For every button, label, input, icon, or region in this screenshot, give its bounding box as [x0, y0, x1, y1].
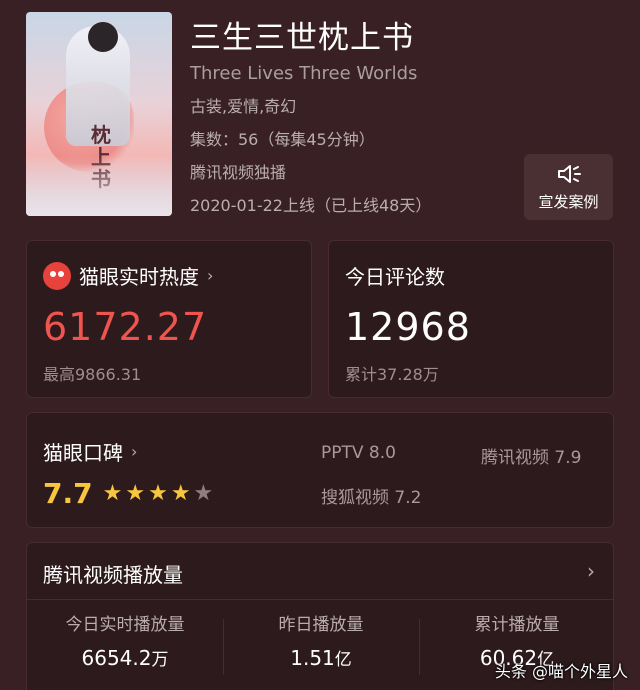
show-english-title: Three Lives Three Worlds: [190, 63, 418, 84]
heat-card-title: 猫眼实时热度: [79, 265, 199, 289]
stat-label: 今日实时播放量: [65, 615, 185, 635]
heat-value: 6172.27: [43, 305, 208, 349]
comments-card-title: 今日评论数: [345, 265, 445, 289]
stat-label: 累计播放量: [474, 615, 560, 635]
platform-rating-sohu: 搜狐视频 7.2: [321, 488, 422, 508]
divider: [27, 599, 613, 600]
show-platform: 腾讯视频独播: [190, 163, 287, 182]
promo-cases-button[interactable]: 宣发案例: [524, 154, 613, 220]
star-filled-icon: ★: [125, 480, 146, 506]
speaker-icon: [557, 164, 581, 183]
star-empty-icon: ★: [193, 480, 214, 506]
rating-card-title: 猫眼口碑: [43, 441, 123, 465]
poster-figure-head: [88, 22, 118, 52]
heat-peak: 最高9866.31: [43, 365, 142, 384]
stat-label: 昨日播放量: [278, 615, 364, 635]
stat-today-plays: 今日实时播放量 6654.2万: [27, 613, 223, 670]
poster-clouds: [26, 156, 172, 216]
stat-value: 1.51亿: [290, 646, 352, 670]
show-info: 三生三世枕上书 Three Lives Three Worlds 古装,爱情,奇…: [190, 18, 431, 217]
comments-card-header: 今日评论数: [345, 261, 445, 290]
chevron-right-icon: ›: [131, 442, 138, 461]
stat-value: 6654.2万: [81, 646, 169, 670]
stat-yesterday-plays: 昨日播放量 1.51亿: [223, 613, 419, 670]
show-episodes: 集数：56（每集45分钟）: [190, 130, 375, 149]
maoyan-cat-logo-icon: [43, 261, 71, 290]
promo-cases-label: 宣发案例: [538, 192, 599, 211]
show-poster[interactable]: 枕上书: [26, 12, 172, 216]
plays-card-title: 腾讯视频播放量: [43, 563, 183, 587]
chevron-right-icon: ›: [207, 266, 214, 285]
comments-total: 累计37.28万: [345, 365, 439, 384]
comments-value: 12968: [345, 305, 471, 349]
heat-card-header[interactable]: 猫眼实时热度 ›: [43, 261, 213, 290]
star-filled-icon: ★: [102, 480, 123, 506]
heat-card[interactable]: 猫眼实时热度 › 6172.27 最高9866.31: [26, 240, 312, 398]
chevron-right-icon[interactable]: ›: [587, 559, 595, 583]
star-rating: ★ ★ ★ ★ ★: [102, 480, 217, 506]
rating-score-row: 7.7 ★ ★ ★ ★ ★: [43, 477, 216, 510]
comments-card: 今日评论数 12968 累计37.28万: [328, 240, 614, 398]
rating-card[interactable]: 猫眼口碑 › 7.7 ★ ★ ★ ★ ★ PPTV 8.0 腾讯视频 7.9 搜狐视频 …: [26, 412, 614, 528]
star-filled-icon: ★: [170, 480, 191, 506]
show-title: 三生三世枕上书: [190, 20, 414, 56]
show-genres: 古装,爱情,奇幻: [190, 97, 297, 116]
platform-rating-tencent: 腾讯视频 7.9: [481, 448, 582, 468]
star-filled-icon: ★: [148, 480, 168, 506]
platform-rating-pptv: PPTV 8.0: [321, 443, 396, 463]
watermark: 头条 @喵个外星人: [494, 662, 628, 681]
show-release-date: 2020-01-22上线（已上线48天）: [190, 196, 432, 215]
rating-score: 7.7: [43, 477, 93, 510]
rating-card-header[interactable]: 猫眼口碑 ›: [43, 437, 137, 466]
